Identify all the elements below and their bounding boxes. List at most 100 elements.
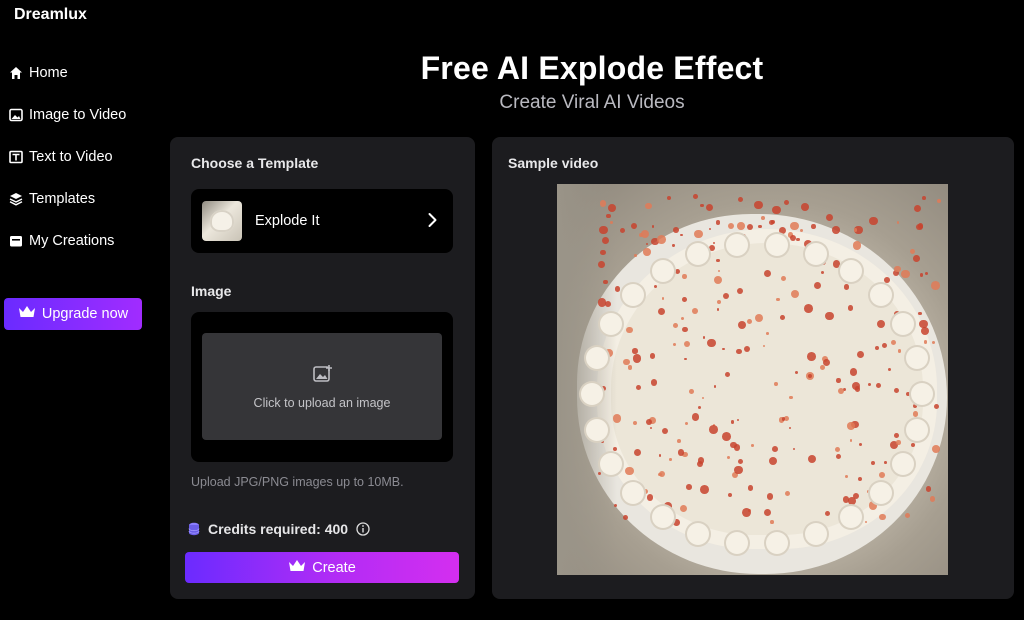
video-particle: [677, 449, 684, 456]
video-particle: [693, 194, 699, 199]
video-particle: [849, 368, 858, 376]
video-particle: [890, 339, 896, 345]
video-particle: [910, 249, 916, 255]
video-particle: [682, 274, 687, 279]
coins-icon: [188, 522, 200, 536]
video-particle: [645, 202, 652, 210]
sample-video[interactable]: [557, 184, 948, 575]
video-particle: [672, 519, 680, 526]
video-particle: [836, 378, 841, 383]
sample-panel: Sample video: [492, 137, 1014, 599]
sidebar-item-label: My Creations: [29, 233, 115, 249]
upgrade-button[interactable]: Upgrade now: [4, 298, 142, 330]
video-particle: [869, 216, 878, 225]
add-image-icon: [312, 363, 334, 385]
video-particle: [804, 304, 813, 313]
video-rosette: [804, 242, 827, 265]
sidebar-item-templates[interactable]: Templates: [0, 178, 160, 220]
video-particle: [605, 300, 612, 307]
app-brand[interactable]: Dreamlux: [14, 6, 87, 24]
video-particle: [924, 271, 928, 275]
video-particle: [622, 515, 628, 521]
sidebar-item-label: Text to Video: [29, 149, 113, 165]
video-particle: [606, 213, 611, 219]
video-particle: [643, 248, 651, 256]
video-particle: [681, 296, 687, 302]
video-particle: [682, 326, 688, 333]
video-particle: [770, 520, 774, 524]
video-particle: [832, 226, 840, 234]
video-rosette: [652, 259, 675, 282]
video-particle: [779, 226, 787, 234]
video-particle: [806, 352, 816, 362]
video-particle: [603, 279, 608, 284]
video-particle: [623, 358, 630, 366]
video-particle: [905, 391, 910, 396]
video-particle: [794, 371, 798, 375]
video-particle: [697, 405, 701, 409]
video-particle: [789, 234, 796, 241]
video-particle: [783, 199, 789, 205]
video-particle: [683, 340, 690, 348]
create-button[interactable]: Create: [185, 552, 459, 583]
video-particle: [936, 198, 941, 203]
video-particle: [669, 457, 672, 461]
info-icon[interactable]: [356, 522, 370, 536]
video-particle: [700, 485, 709, 495]
template-selector[interactable]: Explode It: [191, 189, 453, 253]
video-particle: [912, 411, 918, 417]
page-title: Free AI Explode Effect: [420, 50, 764, 86]
video-particle: [867, 383, 871, 387]
video-particle: [651, 225, 655, 228]
video-particle: [601, 236, 609, 244]
upload-instruction: Click to upload an image: [253, 396, 391, 410]
video-particle: [853, 241, 862, 250]
video-particle: [789, 395, 793, 400]
video-particle: [645, 242, 649, 246]
video-particle: [896, 440, 901, 445]
video-particle: [931, 444, 940, 453]
video-particle: [700, 203, 704, 208]
video-particle: [788, 426, 791, 430]
sidebar-item-my-creations[interactable]: My Creations: [0, 220, 160, 262]
video-rosette: [869, 283, 892, 306]
video-rosette: [906, 418, 929, 441]
video-particle: [609, 220, 613, 225]
video-particle: [721, 432, 731, 441]
video-particle: [713, 385, 717, 388]
settings-panel: Choose a Template Explode It Image Click…: [170, 137, 475, 599]
sidebar-item-image-to-video[interactable]: Image to Video: [0, 94, 160, 136]
video-particle: [790, 290, 799, 299]
video-particle: [709, 244, 716, 251]
video-particle: [779, 314, 785, 320]
video-rosette: [839, 506, 862, 529]
credits-text: Credits required: 400: [208, 521, 349, 537]
sample-heading: Sample video: [508, 155, 599, 171]
upload-dropzone[interactable]: Click to upload an image: [202, 333, 442, 440]
video-particle: [599, 199, 607, 207]
video-particle: [727, 222, 734, 229]
create-label: Create: [312, 559, 356, 576]
video-rosette: [599, 313, 622, 336]
video-particle: [825, 311, 834, 321]
video-particle: [754, 200, 763, 210]
sidebar-item-text-to-video[interactable]: Text to Video: [0, 136, 160, 178]
video-particle: [820, 270, 824, 275]
video-particle: [712, 241, 715, 244]
video-particle: [929, 496, 936, 502]
video-particle: [705, 203, 713, 211]
text-icon: [9, 150, 23, 164]
video-particle: [848, 305, 854, 311]
video-particle: [904, 512, 911, 519]
video-particle: [918, 311, 922, 316]
video-particle: [597, 261, 605, 268]
upload-hint: Upload JPG/PNG images up to 10MB.: [191, 475, 404, 489]
video-particle: [843, 284, 849, 290]
sidebar-item-home[interactable]: Home: [0, 52, 160, 94]
video-rosette: [869, 482, 892, 505]
video-particle: [640, 229, 650, 239]
video-rosette: [581, 383, 603, 405]
video-particle: [646, 494, 654, 501]
video-particle: [600, 249, 606, 256]
video-particle: [666, 196, 671, 201]
